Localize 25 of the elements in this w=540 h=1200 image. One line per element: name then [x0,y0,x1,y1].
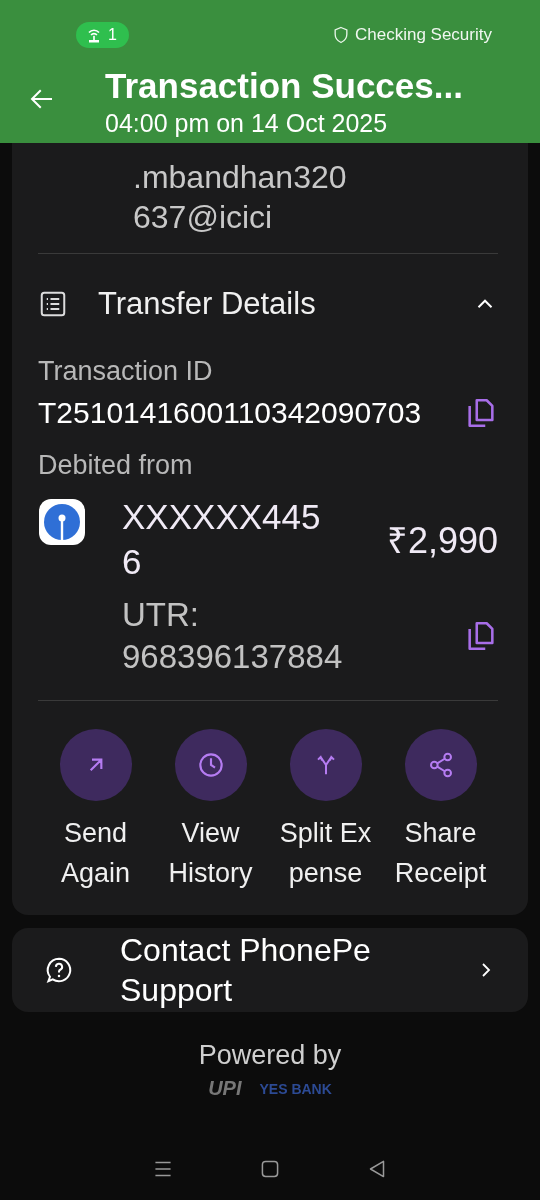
upi-logo: UPI [208,1077,242,1100]
support-label: Contact PhonePe Support [120,931,372,1010]
action-label[interactable]: Share Receipt [385,813,496,893]
transaction-time: 04:00 pm on 14 Oct 2025 [105,108,389,138]
action-label[interactable]: Split Ex pense [270,813,381,893]
utr-label: UTR: [122,595,200,635]
field-label: Transaction ID [38,355,214,388]
support-button[interactable]: Contact PhonePe Support [12,928,528,1012]
action-label[interactable]: View History [155,813,266,893]
upi-id: .mbandhan320637@icici [133,158,348,237]
hotspot-count: 1 [108,26,117,44]
bank-logo-icon [38,498,86,546]
security-status: Checking Security [355,25,492,45]
account-number: XXXXXX4456 [122,496,322,583]
transaction-id: T2510141600110342090703 [38,395,423,431]
amount: ₹2,990 [386,518,498,563]
powered-by: Powered by [198,1040,342,1071]
bank-logo: YES BANK [259,1080,332,1097]
field-label: Debited from [38,449,194,482]
section-title: Transfer Details [98,286,317,322]
list-icon [38,289,68,319]
help-icon [44,955,74,985]
utr-number: 968396137884 [122,637,343,677]
page-title: Transaction Succes... [105,65,463,107]
action-label[interactable]: Send Again [40,813,151,893]
